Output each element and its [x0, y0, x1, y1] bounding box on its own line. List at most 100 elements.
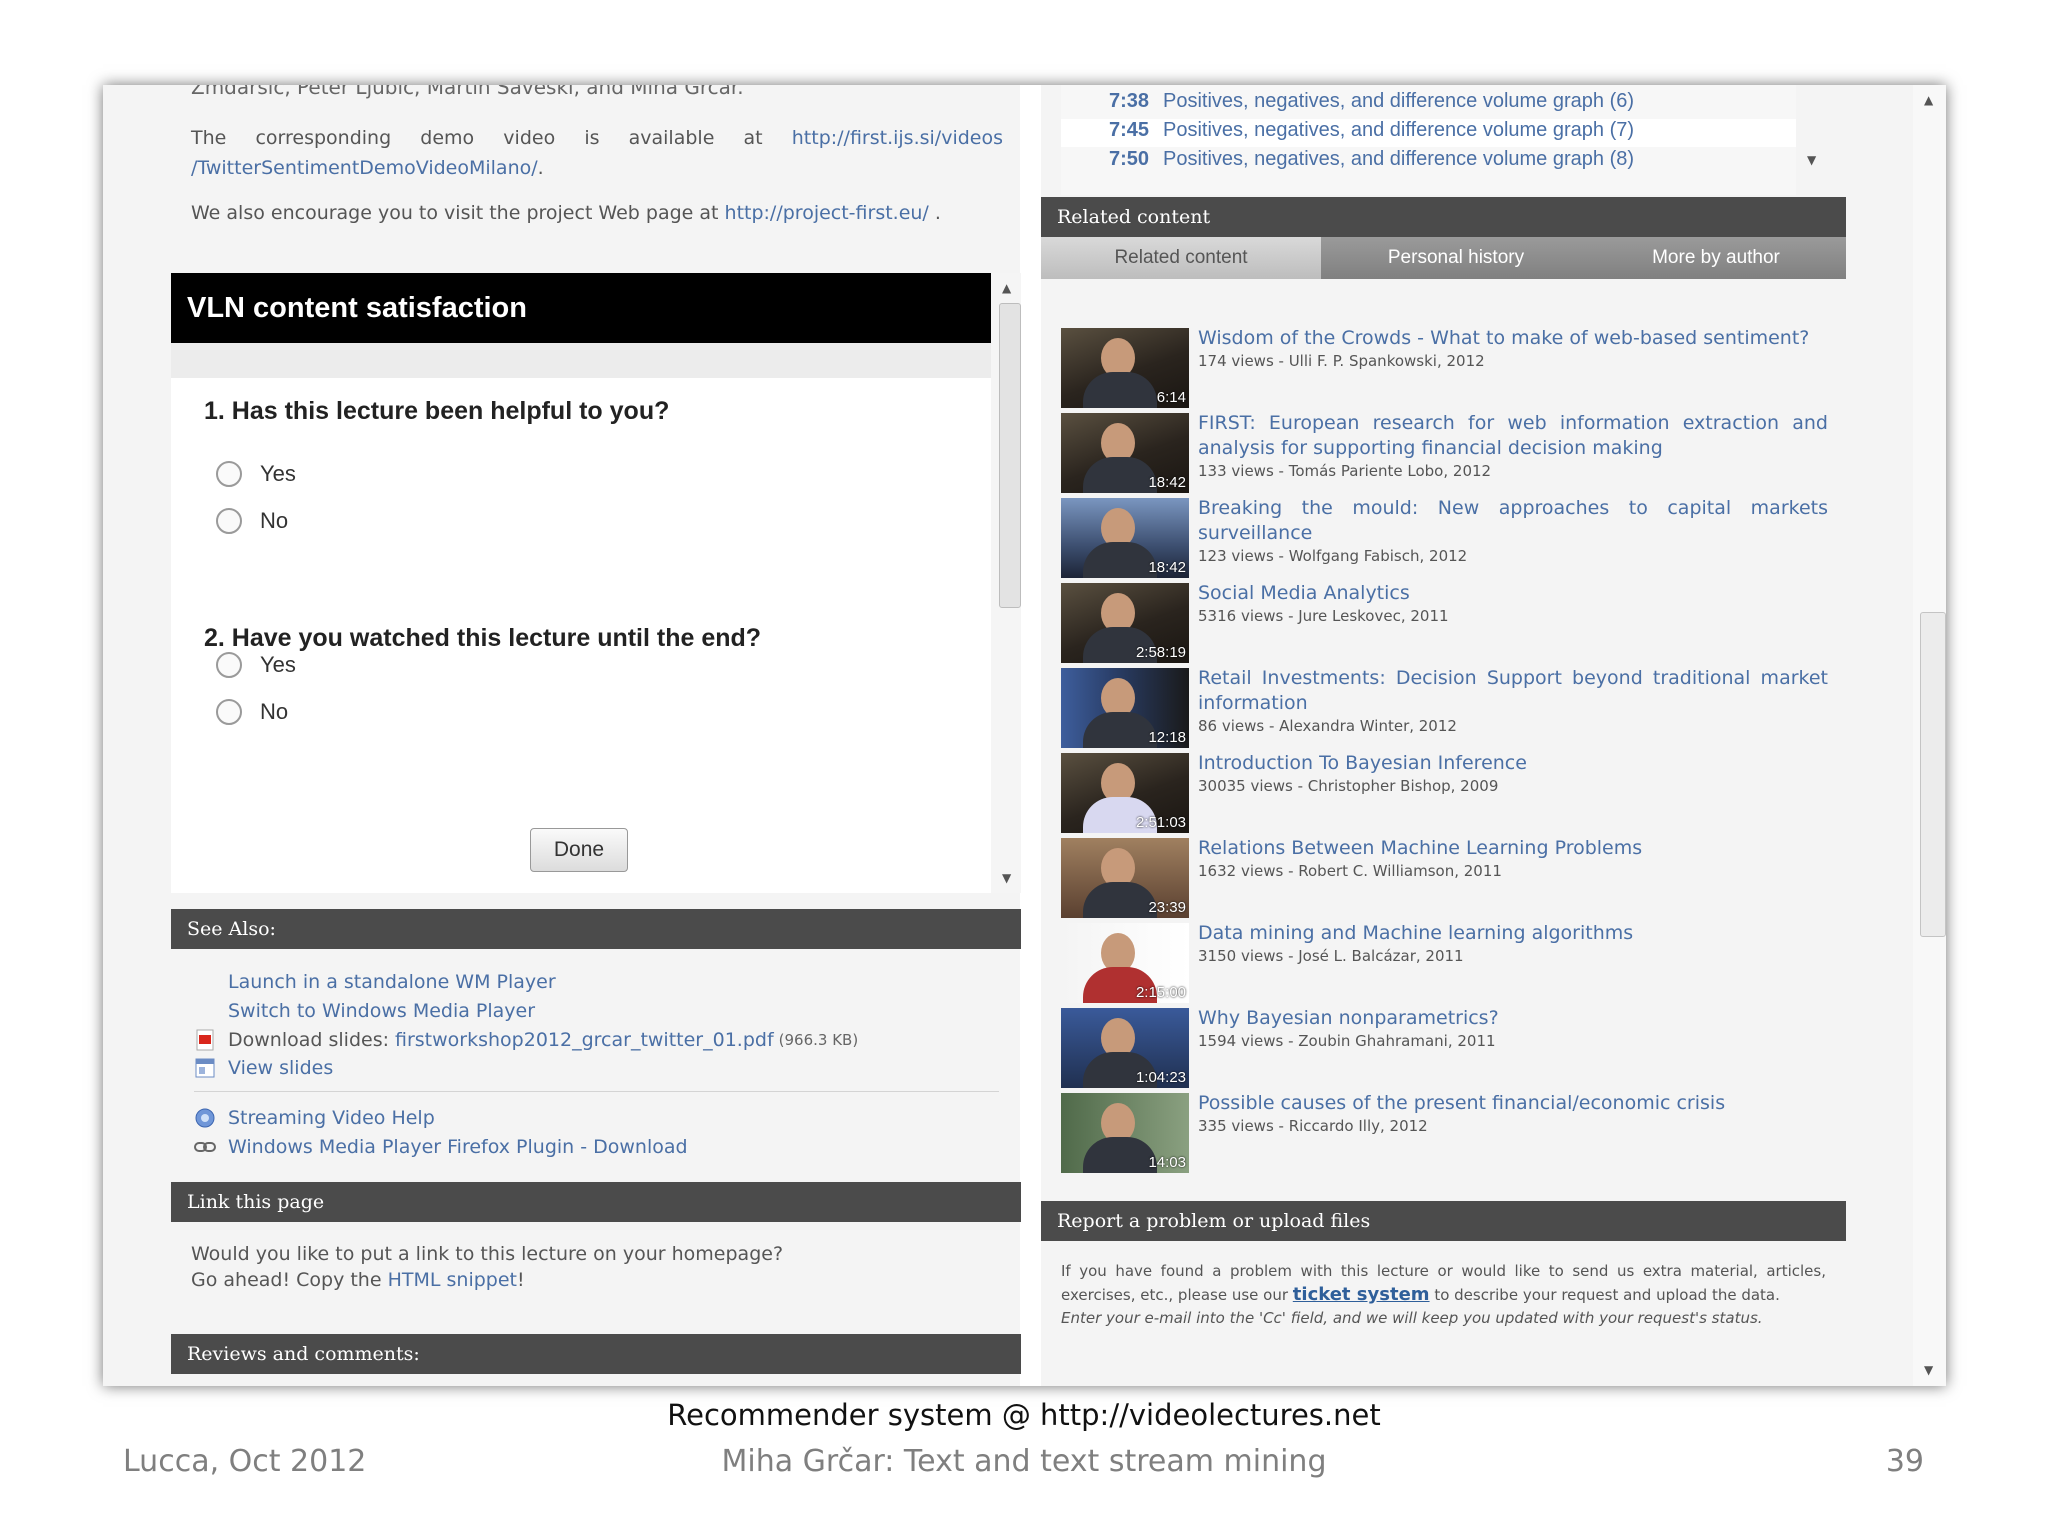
video-thumbnail[interactable]: 18:42: [1061, 498, 1189, 578]
html-snippet-link[interactable]: HTML snippet: [388, 1269, 517, 1291]
firefox-plugin-link[interactable]: Windows Media Player Firefox Plugin - Do…: [228, 1136, 688, 1158]
related-item[interactable]: 18:42 Breaking the mould: New approaches…: [1061, 496, 1831, 578]
launch-player-row[interactable]: Launch in a standalone WM Player: [194, 971, 556, 993]
video-duration: 12:18: [1148, 729, 1186, 746]
tab-personal-history[interactable]: Personal history: [1326, 237, 1586, 279]
chapter-title: Positives, negatives, and difference vol…: [1163, 90, 1635, 112]
related-item-title[interactable]: Retail Investments: Decision Support bey…: [1198, 666, 1828, 716]
survey-title: VLN content satisfaction: [171, 273, 991, 343]
survey-scrollbar[interactable]: ▲ ▼: [991, 273, 1021, 893]
video-duration: 18:42: [1148, 474, 1186, 491]
related-item[interactable]: 14:03 Possible causes of the present fin…: [1061, 1091, 1831, 1173]
scroll-down-arrow-icon[interactable]: ▼: [1002, 871, 1011, 885]
related-item-title[interactable]: Breaking the mould: New approaches to ca…: [1198, 496, 1828, 546]
download-slides-row[interactable]: Download slides: firstworkshop2012_grcar…: [194, 1029, 858, 1051]
project-paragraph: We also encourage you to visit the proje…: [191, 202, 941, 224]
q2-yes-radio[interactable]: [216, 652, 242, 678]
chapter-item-selected[interactable]: 7:45 Positives, negatives, and differenc…: [1061, 119, 1796, 147]
slide-caption: Recommender system @ http://videolecture…: [667, 1398, 1381, 1432]
download-slides-link[interactable]: firstworkshop2012_grcar_twitter_01.pdf: [395, 1029, 774, 1051]
chapter-dropdown-arrow-icon[interactable]: ▼: [1807, 153, 1816, 167]
streaming-help-row[interactable]: Streaming Video Help: [194, 1107, 435, 1129]
chapter-item[interactable]: 7:50 Positives, negatives, and differenc…: [1061, 148, 1796, 176]
q2-no-option[interactable]: No: [216, 699, 288, 725]
video-thumbnail[interactable]: 2:58:19: [1061, 583, 1189, 663]
video-thumbnail[interactable]: 6:14: [1061, 328, 1189, 408]
video-thumbnail[interactable]: 1:04:23: [1061, 1008, 1189, 1088]
tab-related-content[interactable]: Related content: [1041, 237, 1321, 279]
view-slides-link[interactable]: View slides: [228, 1057, 333, 1079]
launch-standalone-link[interactable]: Launch in a standalone WM Player: [228, 971, 556, 993]
tab-more-by-author[interactable]: More by author: [1586, 237, 1846, 279]
related-item[interactable]: 12:18 Retail Investments: Decision Suppo…: [1061, 666, 1831, 748]
related-item[interactable]: 2:58:19 Social Media Analytics 5316 view…: [1061, 581, 1831, 663]
view-slides-row[interactable]: View slides: [194, 1057, 333, 1079]
video-thumbnail[interactable]: 18:42: [1061, 413, 1189, 493]
survey-scroll-thumb[interactable]: [999, 303, 1021, 608]
q1-yes-option[interactable]: Yes: [216, 461, 296, 487]
see-also-header: See Also:: [171, 909, 1021, 949]
video-thumbnail[interactable]: 23:39: [1061, 838, 1189, 918]
chapter-time: 7:45: [1108, 119, 1149, 141]
streaming-help-link[interactable]: Streaming Video Help: [228, 1107, 435, 1129]
question-helpful: 1. Has this lecture been helpful to you?: [204, 397, 670, 425]
related-item-title[interactable]: FIRST: European research for web informa…: [1198, 411, 1828, 461]
video-duration: 1:04:23: [1135, 1069, 1186, 1086]
related-item-title[interactable]: Why Bayesian nonparametrics?: [1198, 1006, 1828, 1031]
video-duration: 18:42: [1148, 559, 1186, 576]
video-thumbnail[interactable]: 14:03: [1061, 1093, 1189, 1173]
scroll-up-arrow-icon[interactable]: ▲: [1002, 281, 1011, 295]
related-item-meta: 174 views - Ulli F. P. Spankowski, 2012: [1198, 352, 1485, 370]
report-email-note: Enter your e-mail into the 'Cc' field, a…: [1061, 1309, 1763, 1327]
related-item-meta: 86 views - Alexandra Winter, 2012: [1198, 717, 1457, 735]
related-item[interactable]: 1:04:23 Why Bayesian nonparametrics? 159…: [1061, 1006, 1831, 1088]
switch-player-row[interactable]: Switch to Windows Media Player: [194, 1000, 535, 1022]
related-item-title[interactable]: Possible causes of the present financial…: [1198, 1091, 1828, 1116]
related-column: 7:38 Positives, negatives, and differenc…: [1041, 85, 1946, 1386]
scroll-up-arrow-icon[interactable]: ▲: [1924, 93, 1933, 107]
q2-no-radio[interactable]: [216, 699, 242, 725]
q1-yes-label: Yes: [260, 461, 296, 486]
slides-icon: [194, 1057, 216, 1079]
related-item[interactable]: 2:15:00 Data mining and Machine learning…: [1061, 921, 1831, 1003]
scroll-down-arrow-icon[interactable]: ▼: [1924, 1363, 1933, 1377]
related-item[interactable]: 2:51:03 Introduction To Bayesian Inferen…: [1061, 751, 1831, 833]
done-button[interactable]: Done: [530, 828, 628, 872]
page-scrollbar[interactable]: ▲ ▼: [1913, 85, 1946, 1386]
q1-no-radio[interactable]: [216, 508, 242, 534]
chapter-item[interactable]: 7:38 Positives, negatives, and differenc…: [1061, 90, 1796, 118]
project-web-link[interactable]: http://project-first.eu/: [725, 202, 929, 224]
q1-yes-radio[interactable]: [216, 461, 242, 487]
related-item[interactable]: 23:39 Relations Between Machine Learning…: [1061, 836, 1831, 918]
satisfaction-survey: VLN content satisfaction 1. Has this lec…: [171, 273, 1021, 893]
browser-screenshot: Zmdarsic, Peter Ljubic, Martin Saveski, …: [103, 85, 1946, 1386]
question-watched: 2. Have you watched this lecture until t…: [204, 624, 762, 652]
q1-no-label: No: [260, 508, 289, 533]
plugin-row[interactable]: Windows Media Player Firefox Plugin - Do…: [194, 1136, 688, 1158]
help-globe-icon: [194, 1107, 216, 1129]
q1-no-option[interactable]: No: [216, 508, 288, 534]
related-item[interactable]: 18:42 FIRST: European research for web i…: [1061, 411, 1831, 493]
video-thumbnail[interactable]: 12:18: [1061, 668, 1189, 748]
related-item-title[interactable]: Relations Between Machine Learning Probl…: [1198, 836, 1828, 861]
reviews-header: Reviews and comments:: [171, 1334, 1021, 1374]
link-page-paragraph: Would you like to put a link to this lec…: [191, 1243, 784, 1291]
related-tabs: Related content Personal history More by…: [1041, 237, 1846, 279]
related-item-title[interactable]: Wisdom of the Crowds - What to make of w…: [1198, 326, 1828, 351]
ticket-system-link[interactable]: ticket system: [1293, 1284, 1430, 1305]
video-thumbnail[interactable]: 2:51:03: [1061, 753, 1189, 833]
video-duration: 2:15:00: [1135, 984, 1186, 1001]
related-item[interactable]: 6:14 Wisdom of the Crowds - What to make…: [1061, 326, 1831, 408]
encourage-text: We also encourage you to visit the proje…: [191, 202, 719, 224]
related-item-title[interactable]: Data mining and Machine learning algorit…: [1198, 921, 1828, 946]
related-item-title[interactable]: Introduction To Bayesian Inference: [1198, 751, 1828, 776]
page-scroll-thumb[interactable]: [1920, 612, 1946, 937]
q2-yes-option[interactable]: Yes: [216, 652, 296, 678]
related-item-meta: 335 views - Riccardo Illy, 2012: [1198, 1117, 1428, 1135]
q2-no-label: No: [260, 699, 289, 724]
related-item-title[interactable]: Social Media Analytics: [1198, 581, 1828, 606]
lecture-info-column: Zmdarsic, Peter Ljubic, Martin Saveski, …: [103, 85, 1021, 1386]
video-thumbnail[interactable]: 2:15:00: [1061, 923, 1189, 1003]
switch-wmp-link[interactable]: Switch to Windows Media Player: [228, 1000, 535, 1022]
video-duration: 2:51:03: [1135, 814, 1186, 831]
